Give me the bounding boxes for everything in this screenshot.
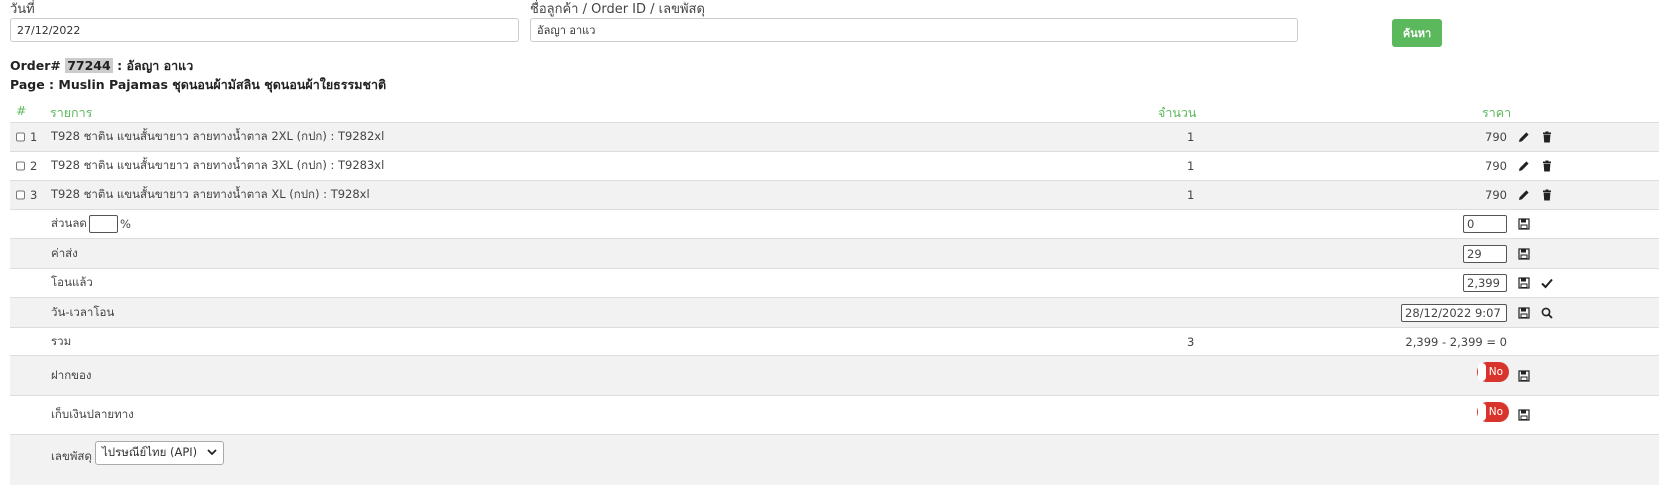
- discount-input[interactable]: [1463, 215, 1507, 233]
- total-calculation: 2,399 - 2,399 = 0: [1405, 334, 1507, 349]
- tracking-label: เลขพัสดุ: [51, 449, 92, 463]
- header-number: #: [16, 103, 27, 118]
- check-icon[interactable]: [1540, 276, 1554, 290]
- order-id: 77244: [65, 58, 113, 73]
- floppy-disk-icon[interactable]: [1517, 306, 1531, 320]
- page-name: Muslin Pajamas ชุดนอนผ้ามัสลิน ชุดนอนผ้า…: [58, 77, 387, 92]
- item-quantity: 1: [1187, 130, 1195, 144]
- transfer-time-input[interactable]: [1401, 303, 1507, 322]
- pencil-icon[interactable]: [1517, 188, 1531, 202]
- toggle-knob: [1478, 403, 1486, 421]
- row-number: 2: [30, 159, 38, 173]
- order-prefix: Order#: [10, 58, 61, 73]
- date-input[interactable]: [10, 18, 519, 42]
- deposit-toggle[interactable]: No: [1477, 362, 1509, 382]
- header-quantity: จำนวน: [1158, 105, 1197, 120]
- table-row: 1 T928 ชาติน แขนสั้นขายาว ลายทางน้ำตาล 2…: [10, 122, 1659, 151]
- header-price: ราคา: [1482, 105, 1512, 120]
- deposit-label: ฝากของ: [51, 367, 92, 382]
- transfer-time-label: วัน-เวลาโอน: [51, 304, 115, 319]
- deposit-toggle-text: No: [1488, 366, 1503, 378]
- order-customer: อัลญา อาแว: [126, 58, 194, 73]
- search-icon[interactable]: [1540, 306, 1554, 320]
- customer-search-label: ชื่อลูกค้า / Order ID / เลขพัสดุ: [530, 2, 705, 17]
- item-name: T928 ชาติน แขนสั้นขายาว ลายทางน้ำตาล 2XL…: [51, 129, 385, 143]
- shipping-label: ค่าส่ง: [51, 245, 78, 260]
- chevron-down-icon: [207, 446, 217, 460]
- item-quantity: 1: [1187, 159, 1195, 173]
- discount-percent-input[interactable]: [89, 215, 118, 233]
- page-title: Page : Muslin Pajamas ชุดนอนผ้ามัสลิน ชุ…: [10, 75, 386, 95]
- item-name: T928 ชาติน แขนสั้นขายาว ลายทางน้ำตาล XL …: [51, 187, 370, 201]
- transfer-time-row: วัน-เวลาโอน: [10, 297, 1659, 327]
- item-price: 790: [1485, 159, 1507, 173]
- cod-row: เก็บเงินปลายทาง No: [10, 395, 1659, 434]
- percent-sign: %: [120, 217, 131, 231]
- total-quantity: 3: [1187, 334, 1195, 349]
- cod-label: เก็บเงินปลายทาง: [51, 407, 134, 421]
- toggle-knob: [1478, 363, 1486, 381]
- trash-icon[interactable]: [1540, 188, 1554, 202]
- order-title: Order# 77244 : อัลญา อาแว: [10, 56, 193, 76]
- pencil-icon[interactable]: [1517, 159, 1531, 173]
- floppy-disk-icon[interactable]: [1517, 408, 1531, 422]
- page-prefix: Page :: [10, 77, 55, 92]
- item-price: 790: [1485, 188, 1507, 202]
- table-row: 2 T928 ชาติน แขนสั้นขายาว ลายทางน้ำตาล 3…: [10, 151, 1659, 180]
- floppy-disk-icon[interactable]: [1517, 276, 1531, 290]
- date-label: วันที่: [10, 2, 35, 17]
- tracking-row: เลขพัสดุ ไปรษณีย์ไทย (API): [10, 434, 1659, 485]
- row-number: 1: [30, 130, 38, 144]
- trash-icon[interactable]: [1540, 130, 1554, 144]
- carrier-select-value: ไปรษณีย์ไทย (API): [102, 445, 198, 459]
- header-item: รายการ: [50, 105, 93, 120]
- floppy-disk-icon[interactable]: [1517, 247, 1531, 261]
- cod-toggle[interactable]: No: [1477, 402, 1509, 422]
- customer-search-input[interactable]: [530, 18, 1298, 42]
- table-row: 3 T928 ชาติน แขนสั้นขายาว ลายทางน้ำตาล X…: [10, 180, 1659, 209]
- total-row: รวม 3 2,399 - 2,399 = 0: [10, 327, 1659, 355]
- paid-row: โอนแล้ว: [10, 268, 1659, 297]
- row-checkbox[interactable]: [16, 132, 25, 142]
- paid-label: โอนแล้ว: [51, 275, 93, 289]
- total-label: รวม: [51, 333, 72, 348]
- order-separator: :: [117, 58, 123, 73]
- cod-toggle-text: No: [1488, 406, 1503, 418]
- floppy-disk-icon[interactable]: [1517, 217, 1531, 231]
- discount-label: ส่วนลด: [51, 216, 87, 230]
- paid-input[interactable]: [1463, 274, 1507, 292]
- carrier-select[interactable]: ไปรษณีย์ไทย (API): [95, 441, 225, 465]
- deposit-row: ฝากของ No: [10, 355, 1659, 395]
- item-name: T928 ชาติน แขนสั้นขายาว ลายทางน้ำตาล 3XL…: [51, 158, 385, 172]
- row-checkbox[interactable]: [16, 161, 25, 171]
- search-button[interactable]: ค้นหา: [1392, 19, 1442, 47]
- discount-row: ส่วนลด %: [10, 209, 1659, 238]
- shipping-input[interactable]: [1463, 244, 1507, 263]
- trash-icon[interactable]: [1540, 159, 1554, 173]
- shipping-row: ค่าส่ง: [10, 238, 1659, 268]
- row-checkbox[interactable]: [16, 190, 25, 200]
- item-price: 790: [1485, 130, 1507, 144]
- pencil-icon[interactable]: [1517, 130, 1531, 144]
- row-number: 3: [30, 188, 38, 202]
- floppy-disk-icon[interactable]: [1517, 369, 1531, 383]
- item-quantity: 1: [1187, 188, 1195, 202]
